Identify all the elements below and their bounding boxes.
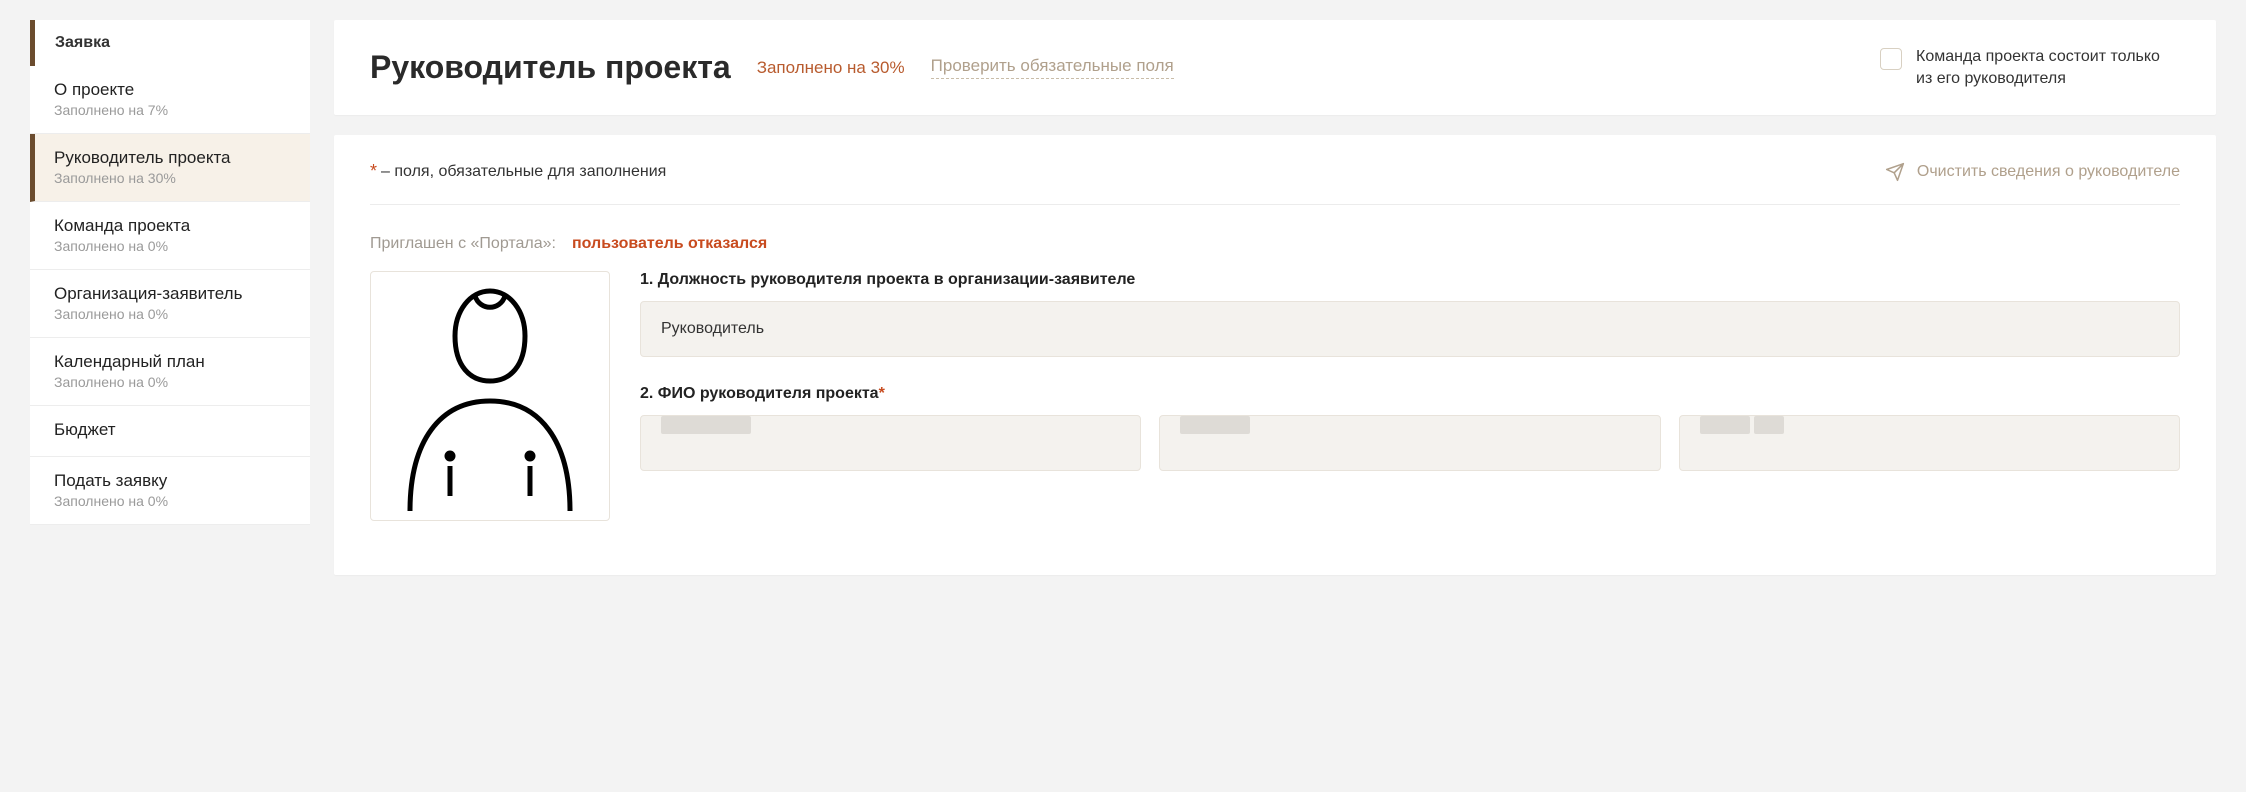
checkbox-icon[interactable] — [1880, 48, 1902, 70]
required-star-icon: * — [370, 161, 377, 182]
person-icon — [380, 281, 600, 511]
fio-row — [640, 415, 2180, 471]
sidebar-item-leader[interactable]: Руководитель проекта Заполнено на 30% — [30, 134, 310, 202]
sidebar-item-label: Подать заявку — [54, 471, 286, 491]
position-input[interactable] — [640, 301, 2180, 357]
check-required-link[interactable]: Проверить обязательные поля — [931, 56, 1174, 79]
clear-leader-label: Очистить сведения о руководителе — [1917, 163, 2180, 181]
sidebar: Заявка О проекте Заполнено на 7% Руковод… — [30, 20, 310, 575]
sidebar-item-sub: Заполнено на 0% — [54, 238, 168, 254]
sidebar-item-calendar[interactable]: Календарный план Заполнено на 0% — [30, 338, 310, 406]
required-hint-row: * – поля, обязательные для заполнения Оч… — [370, 161, 2180, 205]
fio-firstname-input[interactable] — [1159, 415, 1660, 471]
form-card: * – поля, обязательные для заполнения Оч… — [334, 135, 2216, 575]
sidebar-list: О проекте Заполнено на 7% Руководитель п… — [30, 66, 310, 525]
fields-column: 1. Должность руководителя проекта в орга… — [640, 271, 2180, 499]
field-fio-label: 2. ФИО руководителя проекта* — [640, 385, 2180, 403]
sidebar-item-submit[interactable]: Подать заявку Заполнено на 0% — [30, 457, 310, 525]
sidebar-item-label: Бюджет — [54, 420, 286, 440]
sidebar-item-org[interactable]: Организация-заявитель Заполнено на 0% — [30, 270, 310, 338]
sidebar-item-label: Организация-заявитель — [54, 284, 286, 304]
required-star-icon: * — [879, 385, 885, 402]
title-progress: Заполнено на 30% — [757, 58, 905, 78]
sidebar-item-team[interactable]: Команда проекта Заполнено на 0% — [30, 202, 310, 270]
fio-lastname-input[interactable] — [640, 415, 1141, 471]
invite-status: пользователь отказался — [572, 235, 767, 253]
field-position-label: 1. Должность руководителя проекта в орга… — [640, 271, 2180, 289]
sidebar-item-budget[interactable]: Бюджет — [30, 406, 310, 457]
sidebar-item-sub: Заполнено на 0% — [54, 374, 168, 390]
field-position: 1. Должность руководителя проекта в орга… — [640, 271, 2180, 357]
title-bar: Руководитель проекта Заполнено на 30% Пр… — [334, 20, 2216, 115]
clear-leader-link[interactable]: Очистить сведения о руководителе — [1885, 162, 2180, 182]
form-body: 1. Должность руководителя проекта в орга… — [370, 271, 2180, 521]
sidebar-item-sub: Заполнено на 0% — [54, 493, 168, 509]
main: Руководитель проекта Заполнено на 30% Пр… — [334, 20, 2216, 575]
required-hint-text: – поля, обязательные для заполнения — [381, 163, 666, 181]
sidebar-item-label: Команда проекта — [54, 216, 286, 236]
sidebar-item-label: Руководитель проекта — [54, 148, 286, 168]
sidebar-item-label: О проекте — [54, 80, 286, 100]
invite-row: Приглашен с «Портала»: пользователь отка… — [370, 235, 2180, 253]
field-fio: 2. ФИО руководителя проекта* — [640, 385, 2180, 471]
sidebar-header: Заявка — [30, 20, 310, 66]
avatar-placeholder[interactable] — [370, 271, 610, 521]
clear-icon — [1885, 162, 1905, 182]
sidebar-item-sub: Заполнено на 30% — [54, 170, 176, 186]
fio-middlename-input[interactable] — [1679, 415, 2180, 471]
invite-label: Приглашен с «Портала»: — [370, 235, 556, 253]
team-checkbox-label: Команда проекта состоит только из его ру… — [1916, 46, 2180, 89]
field-fio-label-text: 2. ФИО руководителя проекта — [640, 385, 879, 402]
sidebar-item-about[interactable]: О проекте Заполнено на 7% — [30, 66, 310, 134]
team-only-checkbox-wrap[interactable]: Команда проекта состоит только из его ру… — [1880, 46, 2180, 89]
sidebar-item-sub: Заполнено на 0% — [54, 306, 168, 322]
sidebar-item-sub: Заполнено на 7% — [54, 102, 168, 118]
sidebar-item-label: Календарный план — [54, 352, 286, 372]
page-title: Руководитель проекта — [370, 49, 731, 86]
